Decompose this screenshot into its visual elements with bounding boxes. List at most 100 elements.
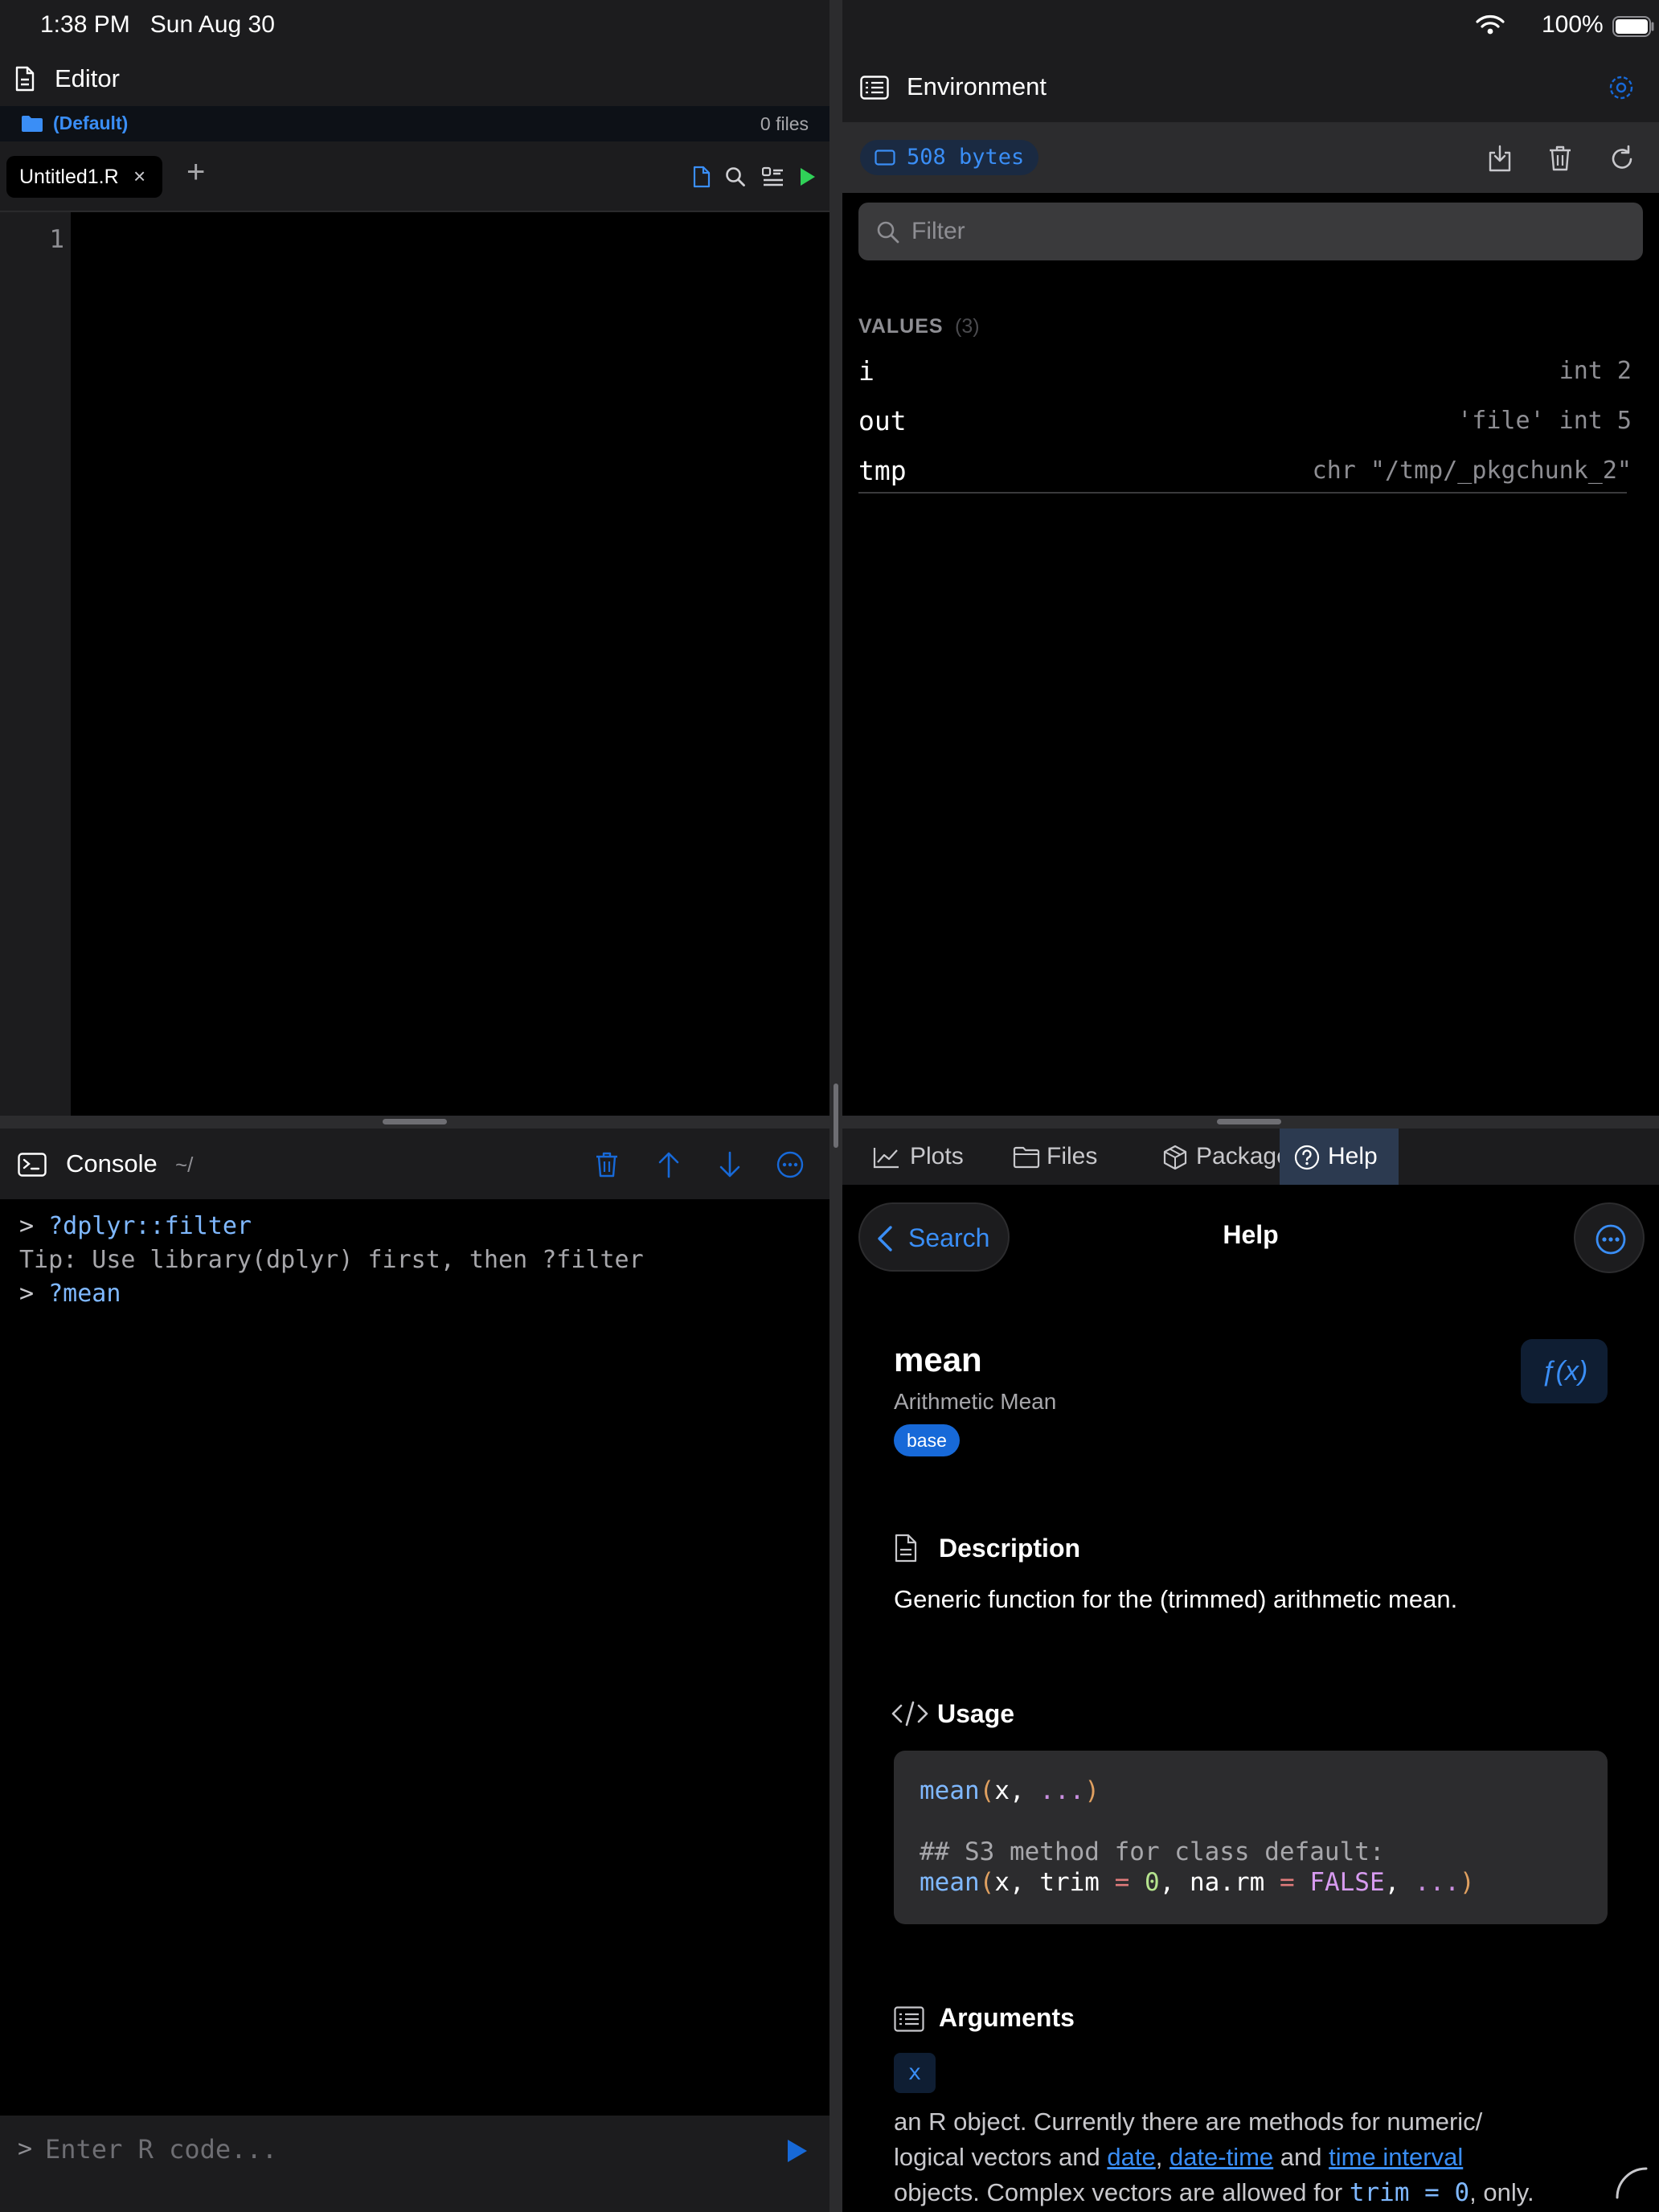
argument-name: x bbox=[894, 2053, 936, 2093]
variable-value: int 2 bbox=[1559, 357, 1632, 385]
clear-console-trash-icon[interactable] bbox=[595, 1151, 619, 1178]
argument-description: an R object. Currently there are methods… bbox=[894, 2108, 1483, 2136]
chart-icon bbox=[873, 1148, 899, 1169]
battery-icon bbox=[1612, 16, 1654, 37]
editor-title: Editor bbox=[55, 64, 120, 92]
list-icon bbox=[860, 76, 889, 100]
add-tab-button[interactable]: + bbox=[186, 156, 205, 188]
tab-label: Untitled1.R bbox=[19, 166, 119, 188]
variable-row-out[interactable]: out 'file' int 5 bbox=[858, 397, 1643, 447]
function-name: mean bbox=[894, 1341, 982, 1378]
tab-untitled1[interactable]: Untitled1.R × bbox=[6, 156, 162, 198]
loading-spinner-icon bbox=[1616, 2167, 1648, 2199]
line-number: 1 bbox=[49, 225, 64, 254]
filter-input[interactable] bbox=[911, 214, 1619, 249]
terminal-icon bbox=[18, 1153, 47, 1177]
arguments-heading: Arguments bbox=[939, 2003, 1075, 2032]
environment-filter[interactable] bbox=[858, 203, 1643, 260]
tab-plots[interactable]: Plots bbox=[842, 1129, 965, 1185]
console-working-dir: ~/ bbox=[175, 1153, 194, 1177]
environment-title: Environment bbox=[907, 72, 1047, 100]
document-icon bbox=[15, 66, 35, 92]
description-heading: Description bbox=[939, 1534, 1081, 1563]
left-column: 1:38 PM Sun Aug 30 Editor (Default) 0 fi… bbox=[0, 0, 830, 2212]
console-input[interactable] bbox=[45, 2132, 752, 2167]
editor-header: Editor bbox=[0, 51, 830, 106]
help-nav-bar: Search Help bbox=[842, 1185, 1659, 1288]
package-badge[interactable]: base bbox=[894, 1424, 960, 1456]
search-icon bbox=[877, 221, 899, 244]
editor-tab-bar: Untitled1.R × + bbox=[0, 141, 830, 212]
variable-row-tmp[interactable]: tmp chr "/tmp/_pkgchunk_2" bbox=[858, 447, 1643, 497]
cube-icon bbox=[1163, 1145, 1187, 1170]
folder-icon bbox=[22, 116, 43, 132]
splitter-grip[interactable] bbox=[1217, 1119, 1281, 1124]
editor-console-splitter[interactable] bbox=[0, 1116, 830, 1129]
more-options-icon bbox=[1596, 1224, 1626, 1255]
function-icon: ƒ(x) bbox=[1521, 1339, 1608, 1403]
status-bar-left: 1:38 PM Sun Aug 30 bbox=[0, 0, 830, 51]
argument-description: logical vectors and date, date-time and … bbox=[894, 2143, 1464, 2171]
right-column: 100% Environment 508 bytes Filter VALUES… bbox=[842, 0, 1659, 2212]
status-bar-right: 100% bbox=[842, 0, 1659, 51]
argument-description: objects. Complex vectors are allowed for… bbox=[894, 2178, 1534, 2207]
tab-label: Plots bbox=[910, 1143, 964, 1169]
tool-tab-bar: Plots Files Packages Help bbox=[842, 1129, 1659, 1185]
clear-environment-trash-icon[interactable] bbox=[1548, 145, 1572, 172]
project-name[interactable]: (Default) bbox=[53, 113, 128, 134]
refresh-icon[interactable] bbox=[1609, 145, 1635, 172]
description-text: Generic function for the (trimmed) arith… bbox=[894, 1585, 1458, 1613]
values-count: (3) bbox=[955, 315, 980, 338]
column-splitter[interactable] bbox=[830, 0, 842, 2212]
variable-name: out bbox=[858, 405, 907, 436]
console-header: Console ~/ bbox=[0, 1129, 830, 1199]
environment-header: Environment bbox=[842, 51, 1659, 122]
outline-icon[interactable] bbox=[762, 166, 784, 187]
project-file-count: 0 files bbox=[760, 113, 809, 134]
usage-heading: Usage bbox=[937, 1699, 1015, 1728]
variable-value: chr "/tmp/_pkgchunk_2" bbox=[1312, 457, 1632, 485]
run-icon[interactable] bbox=[799, 166, 817, 187]
tab-help[interactable]: Help bbox=[1280, 1129, 1399, 1185]
wifi-icon bbox=[1476, 15, 1505, 35]
variable-row-i[interactable]: i int 2 bbox=[858, 347, 1643, 397]
link-time-interval[interactable]: time interval bbox=[1329, 2143, 1463, 2171]
search-icon[interactable] bbox=[725, 166, 746, 187]
splitter-grip[interactable] bbox=[834, 1083, 838, 1148]
battery-percent: 100% bbox=[1542, 11, 1604, 38]
import-icon[interactable] bbox=[1487, 145, 1513, 172]
console-output: > ?dplyr::filter Tip: Use library(dplyr)… bbox=[0, 1199, 830, 2116]
memory-usage-badge: 508 bytes bbox=[860, 140, 1039, 175]
link-date-time[interactable]: date-time bbox=[1169, 2143, 1273, 2171]
console-line: Tip: Use library(dplyr) first, then ?fil… bbox=[19, 1246, 644, 1274]
history-up-arrow-icon[interactable] bbox=[657, 1151, 680, 1178]
more-options-icon[interactable] bbox=[776, 1151, 804, 1178]
list-icon bbox=[894, 2006, 924, 2032]
splitter-grip[interactable] bbox=[383, 1119, 447, 1124]
project-bar[interactable]: (Default) 0 files bbox=[0, 106, 830, 141]
usage-line: mean(x, trim = 0, na.rm = FALSE, ...) bbox=[920, 1868, 1475, 1897]
help-title: Help bbox=[1223, 1220, 1279, 1249]
send-icon[interactable] bbox=[786, 2138, 809, 2164]
console-line: > ?mean bbox=[19, 1280, 121, 1308]
tab-files[interactable]: Files bbox=[997, 1129, 1119, 1185]
console-input-bar: > bbox=[0, 2116, 830, 2212]
usage-comment: ## S3 method for class default: bbox=[920, 1837, 1385, 1866]
tab-close-icon[interactable]: × bbox=[133, 164, 145, 189]
variable-name: tmp bbox=[858, 455, 907, 486]
history-down-arrow-icon[interactable] bbox=[719, 1151, 741, 1178]
values-heading: VALUES bbox=[858, 315, 944, 338]
usage-line: mean(x, ...) bbox=[920, 1776, 1100, 1805]
environment-tools-splitter[interactable] bbox=[842, 1116, 1659, 1129]
function-title: Arithmetic Mean bbox=[894, 1389, 1057, 1414]
memory-chip-icon bbox=[875, 150, 895, 166]
line-number-gutter: 1 bbox=[0, 212, 71, 1116]
link-date[interactable]: date bbox=[1107, 2143, 1155, 2171]
folder-icon bbox=[1013, 1146, 1040, 1169]
code-brackets-icon bbox=[891, 1701, 928, 1727]
console-title: Console bbox=[66, 1149, 158, 1178]
help-more-button[interactable] bbox=[1574, 1202, 1645, 1273]
settings-gear-icon[interactable] bbox=[1608, 74, 1635, 101]
code-editor[interactable]: 1 bbox=[0, 212, 830, 1116]
new-file-icon[interactable] bbox=[693, 166, 711, 188]
